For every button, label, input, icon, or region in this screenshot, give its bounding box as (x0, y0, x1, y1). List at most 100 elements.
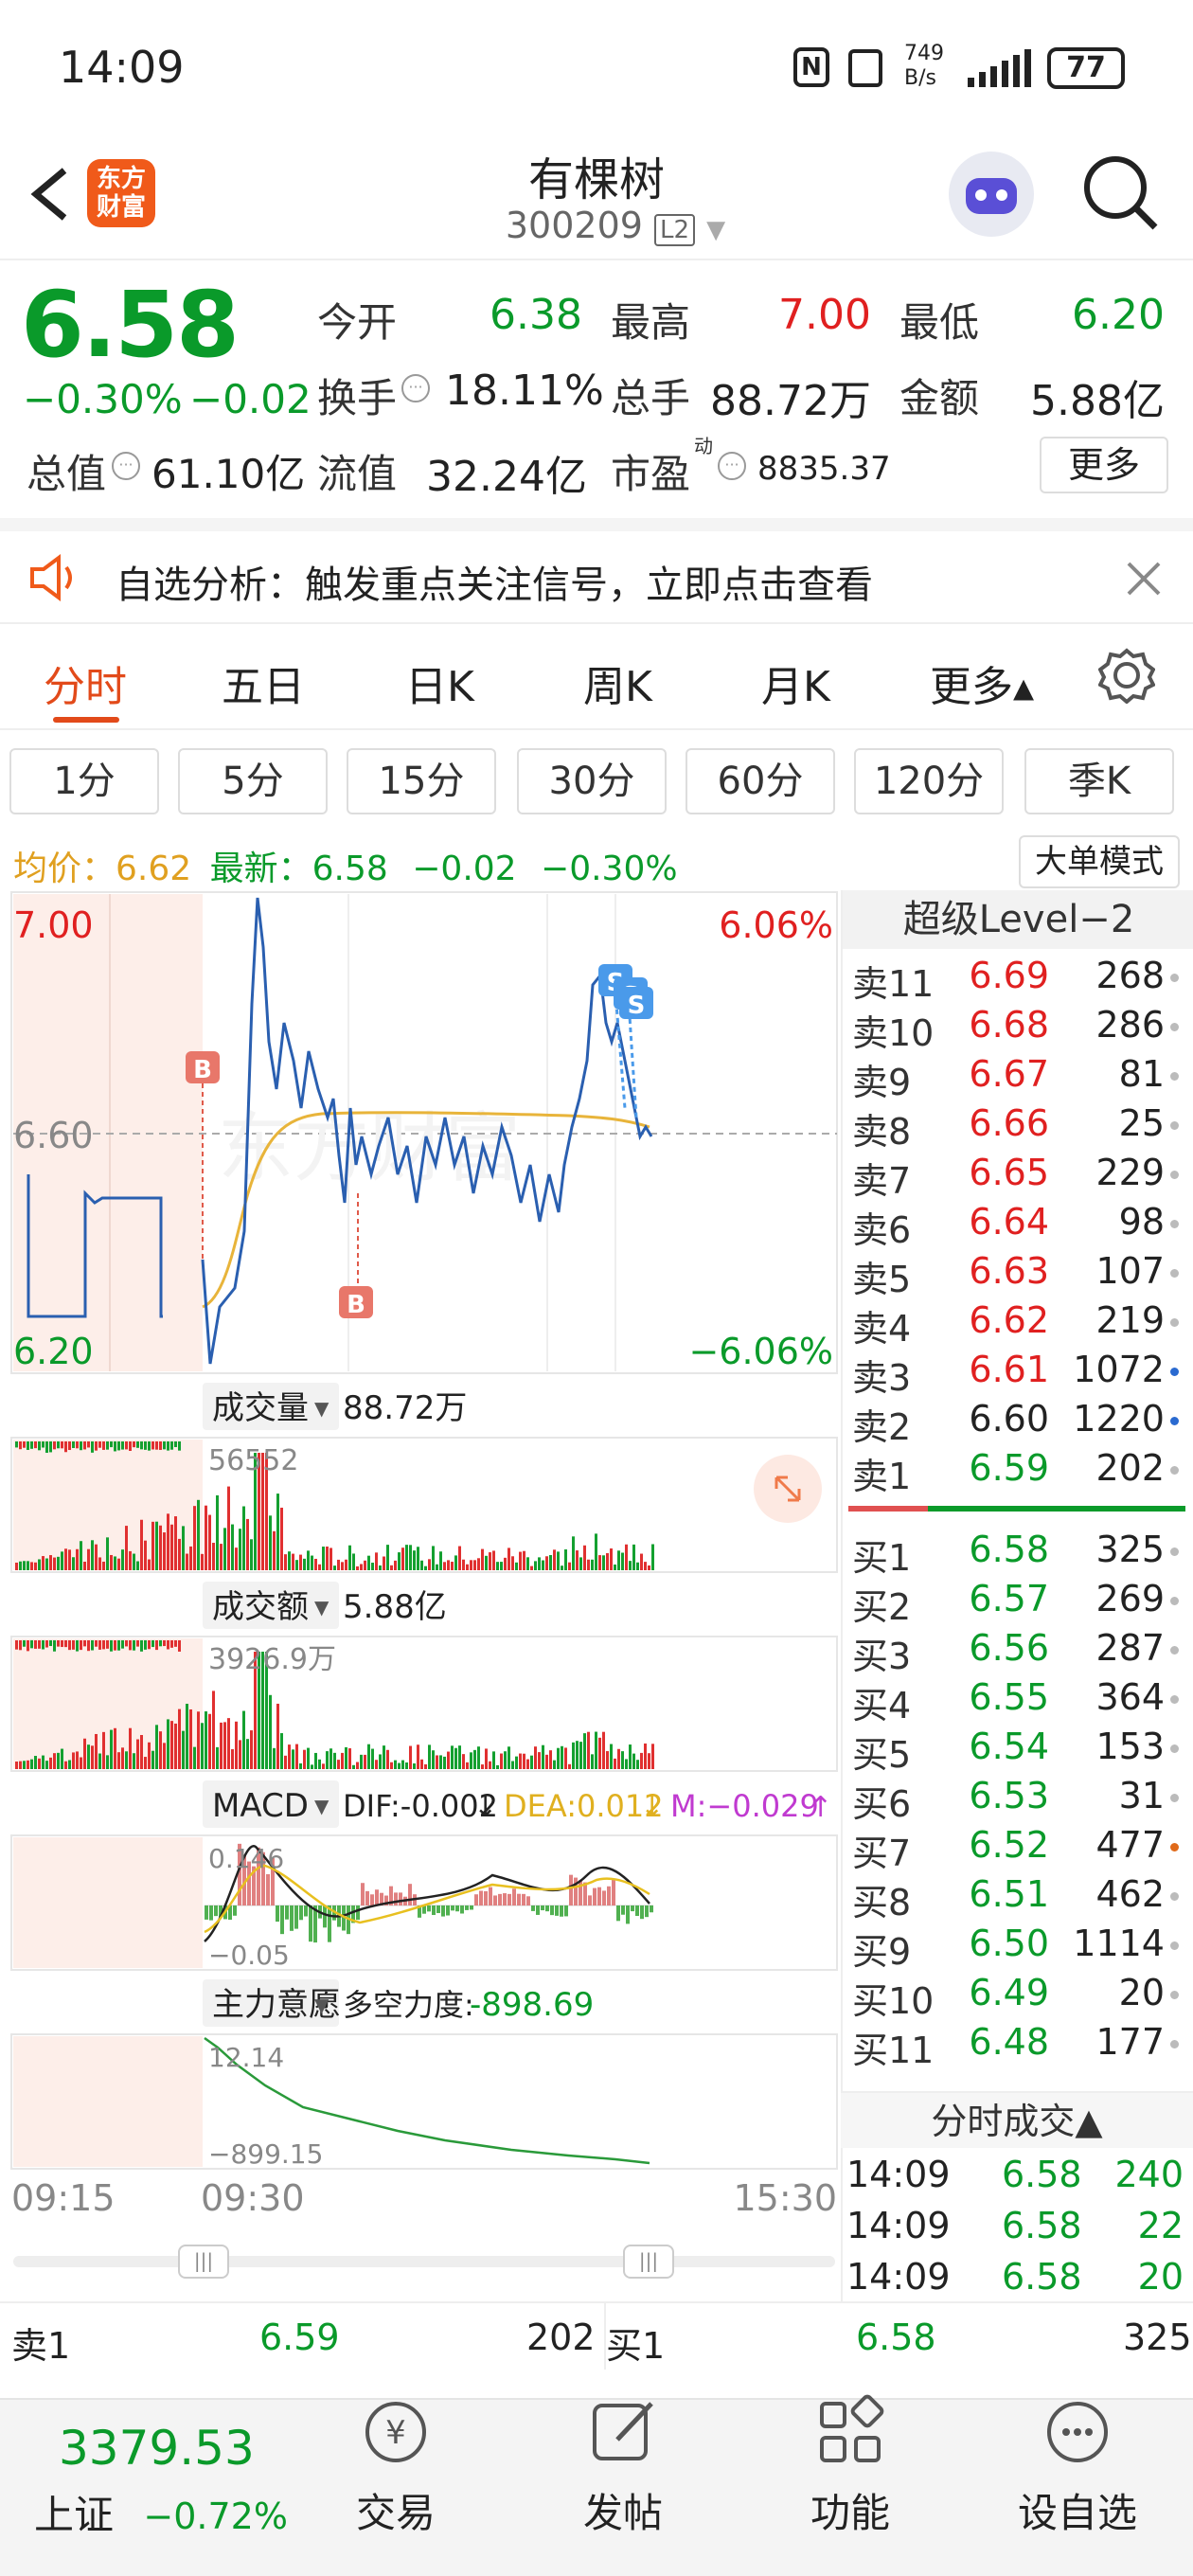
tab-five-day[interactable]: 五日 (222, 653, 305, 713)
bid-row[interactable]: 买3 6.56 287 (841, 1627, 1182, 1677)
info-icon[interactable]: ··· (718, 452, 746, 480)
nav-trade[interactable]: ¥ 交易 (301, 2394, 490, 2539)
close-icon[interactable] (1125, 560, 1163, 598)
amount-panel-header[interactable]: 成交额 ▼ (203, 1582, 339, 1629)
chevron-down-icon: ▼ (314, 1994, 329, 2016)
bar (636, 1562, 639, 1570)
bid-row[interactable]: 买1 6.58 325 (841, 1529, 1182, 1579)
period-30min[interactable]: 30分 (517, 748, 667, 814)
bar (159, 1640, 162, 1647)
macd-panel-label: MACD (212, 1787, 309, 1825)
ask-row[interactable]: 卖4 6.62 219 (841, 1299, 1182, 1350)
big-order-mode-button[interactable]: 大单模式 (1019, 835, 1180, 888)
back-icon[interactable] (21, 161, 78, 227)
period-120min[interactable]: 120分 (854, 748, 1004, 814)
period-60min[interactable]: 60分 (686, 748, 835, 814)
yen-transfer-icon: ¥ (358, 2394, 434, 2470)
ask-row[interactable]: 卖11 6.69 268 (841, 955, 1182, 1005)
tab-monthly-k[interactable]: 月K (761, 653, 830, 713)
info-icon[interactable]: ··· (112, 452, 140, 480)
bar (572, 1742, 575, 1769)
bar (500, 1753, 503, 1769)
ask-row[interactable]: 卖3 6.61 1072 (841, 1349, 1182, 1399)
main-force-panel-header[interactable]: 主力意愿 ▼ (203, 1979, 341, 2027)
ask-row[interactable]: 卖2 6.60 1220 (841, 1398, 1182, 1448)
bar (625, 1759, 628, 1769)
ask-row[interactable]: 卖6 6.64 98 (841, 1201, 1182, 1251)
bar (541, 1905, 544, 1911)
bar (405, 1762, 408, 1769)
range-slider[interactable] (13, 2256, 835, 2267)
ask-row[interactable]: 卖10 6.68 286 (841, 1004, 1182, 1054)
ticks-title[interactable]: 分时成交▲ (841, 2091, 1193, 2148)
notice-bar[interactable]: 自选分析：触发重点关注信号，立即点击查看 (0, 518, 1193, 624)
bar (189, 1546, 192, 1570)
period-season-k[interactable]: 季K (1024, 748, 1174, 814)
info-icon[interactable]: ··· (401, 374, 430, 402)
bar (465, 1905, 469, 1910)
bid-row[interactable]: 买7 6.52 477 (841, 1824, 1182, 1874)
bid-row[interactable]: 买10 6.49 20 (841, 1972, 1182, 2022)
tick-row: 14:09 6.58 20 (841, 2256, 1193, 2307)
bar (231, 1524, 234, 1570)
bar (424, 1763, 427, 1769)
period-15min[interactable]: 15分 (347, 748, 496, 814)
ask-price: 6.69 (969, 955, 1049, 996)
bar (125, 1751, 128, 1769)
gear-icon[interactable] (1097, 647, 1156, 705)
more-button[interactable]: 更多 (1040, 437, 1168, 493)
bid-row[interactable]: 买8 6.51 462 (841, 1873, 1182, 1923)
index-ticker[interactable]: 3379.53 上证 −0.72% (19, 2421, 303, 2553)
bar (470, 1905, 473, 1910)
ask-row[interactable]: 卖8 6.66 25 (841, 1102, 1182, 1153)
bid-row[interactable]: 买5 6.54 153 (841, 1726, 1182, 1776)
bar (148, 1742, 151, 1769)
y-low-label: 6.20 (13, 1331, 94, 1372)
ask-row[interactable]: 卖1 6.59 202 (841, 1447, 1182, 1497)
bar (64, 1441, 67, 1453)
volume-max: 56552 (208, 1444, 298, 1477)
bar (549, 1555, 552, 1570)
bid-row[interactable]: 买4 6.55 364 (841, 1676, 1182, 1726)
bid-price: 6.52 (969, 1824, 1049, 1866)
range-handle-right[interactable]: ||| (623, 2245, 674, 2279)
range-handle-left[interactable]: ||| (178, 2245, 229, 2279)
bid-price: 6.58 (969, 1529, 1049, 1570)
strip-sell-label: 卖1 (11, 2325, 71, 2367)
ask-row[interactable]: 卖7 6.65 229 (841, 1152, 1182, 1202)
stock-code-row[interactable]: 300209 L2 ▼ (473, 205, 757, 246)
search-icon[interactable] (1081, 153, 1161, 233)
main-force-desc-value: -898.69 (470, 1986, 594, 2024)
bid-row[interactable]: 买11 6.48 177 (841, 2021, 1182, 2071)
intraday-chart-area[interactable]: 东方财富 7.00 6.60 6.20 6.06% −6.06% B B S S… (0, 890, 841, 2245)
tab-weekly-k[interactable]: 周K (583, 653, 652, 713)
ask-row[interactable]: 卖9 6.67 81 (841, 1053, 1182, 1103)
bar (205, 1905, 208, 1920)
level2-title[interactable]: 超级Level−2 (843, 890, 1193, 949)
nav-post[interactable]: 发帖 (528, 2394, 718, 2539)
bar (42, 1755, 45, 1769)
robot-assistant-icon[interactable] (949, 152, 1034, 237)
bar (292, 1749, 294, 1769)
bar (553, 1549, 556, 1570)
bid-row[interactable]: 买2 6.57 269 (841, 1578, 1182, 1628)
period-5min[interactable]: 5分 (178, 748, 328, 814)
nav-functions[interactable]: 功能 (756, 2394, 945, 2539)
period-1min[interactable]: 1分 (9, 748, 159, 814)
nav-add-watchlist[interactable]: 设自选 (983, 2394, 1172, 2539)
ask-volume: 25 (1118, 1102, 1165, 1144)
tab-more[interactable]: 更多▴ (930, 653, 1034, 713)
ask-row[interactable]: 卖5 6.63 107 (841, 1250, 1182, 1300)
tab-daily-k[interactable]: 日K (405, 653, 474, 713)
tab-intraday[interactable]: 分时 (44, 653, 127, 713)
bar (174, 1640, 177, 1647)
brand-logo[interactable]: 东方 财富 (87, 159, 155, 227)
bid-row[interactable]: 买9 6.50 1114 (841, 1923, 1182, 1973)
volume-panel-header[interactable]: 成交量 ▼ (203, 1383, 339, 1430)
bar (515, 1756, 518, 1769)
bar (57, 1752, 60, 1769)
bid-row[interactable]: 买6 6.53 31 (841, 1775, 1182, 1825)
bar (68, 1441, 71, 1451)
macd-panel-header[interactable]: MACD ▼ (203, 1780, 339, 1828)
bar (68, 1760, 71, 1769)
